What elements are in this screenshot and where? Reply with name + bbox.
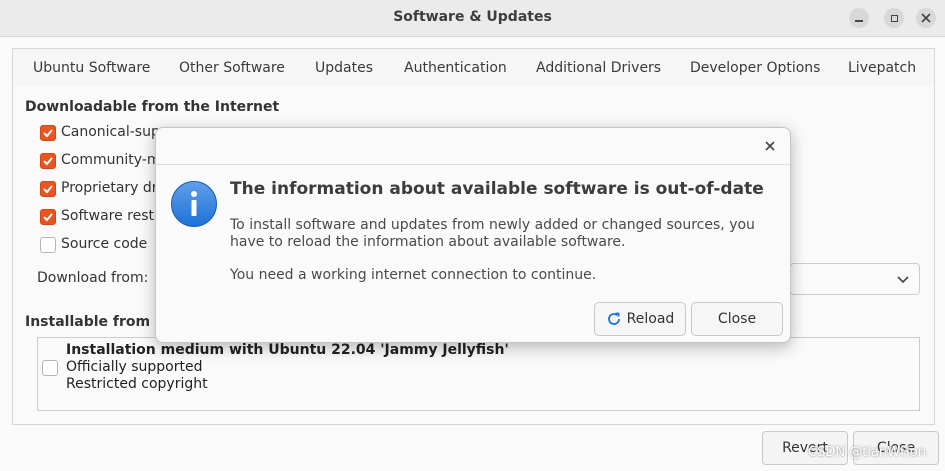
dialog-close-button[interactable]: Close xyxy=(691,302,783,336)
installation-medium-copyright: Restricted copyright xyxy=(66,376,208,392)
checkmark-icon xyxy=(43,157,53,166)
close-icon xyxy=(921,13,931,23)
source-label: Software restr xyxy=(61,208,160,224)
cdrom-section-heading: Installable from CI xyxy=(25,314,171,330)
source-label: Source code xyxy=(61,236,148,252)
installation-medium-title: Installation medium with Ubuntu 22.04 'J… xyxy=(66,342,509,358)
window-close-button[interactable] xyxy=(916,8,936,28)
tab-authentication[interactable]: Authentication xyxy=(404,60,507,76)
tab-livepatch[interactable]: Livepatch xyxy=(848,60,916,76)
installation-medium-support: Officially supported xyxy=(66,359,203,375)
source-label: Proprietary dr xyxy=(61,180,158,196)
checkmark-icon xyxy=(43,185,53,194)
tab-updates[interactable]: Updates xyxy=(315,60,373,76)
checkbox-restricted[interactable] xyxy=(40,209,56,225)
tab-ubuntu-software[interactable]: Ubuntu Software xyxy=(20,60,163,89)
watermark: CSDN @tianWHon xyxy=(808,445,926,460)
dialog-header xyxy=(156,128,790,165)
minimize-icon xyxy=(855,20,863,22)
checkbox-proprietary[interactable] xyxy=(40,181,56,197)
dialog-title: The information about available software… xyxy=(230,179,764,199)
minimize-button[interactable] xyxy=(849,8,869,28)
info-icon xyxy=(171,181,217,227)
reload-button[interactable]: Reload xyxy=(594,302,686,336)
internet-section-heading: Downloadable from the Internet xyxy=(25,99,280,115)
tab-bar: Ubuntu Software Other Software Updates A… xyxy=(12,48,935,89)
close-icon[interactable] xyxy=(762,138,778,154)
chevron-down-icon xyxy=(897,276,909,284)
dialog-message: To install software and updates from new… xyxy=(230,217,755,250)
checkbox-source-code[interactable] xyxy=(40,237,56,253)
reload-label: Reload xyxy=(626,311,675,327)
checkmark-icon xyxy=(43,213,53,222)
maximize-icon xyxy=(890,14,898,22)
checkbox-installation-medium[interactable] xyxy=(42,360,58,376)
source-label: Community-m xyxy=(61,152,161,168)
source-label: Canonical-supp xyxy=(61,124,169,140)
installation-media-list: Installation medium with Ubuntu 22.04 'J… xyxy=(37,337,920,411)
out-of-date-dialog: The information about available software… xyxy=(155,127,791,343)
tab-developer-options[interactable]: Developer Options xyxy=(690,60,820,76)
checkbox-canonical[interactable] xyxy=(40,125,56,141)
download-from-label: Download from: xyxy=(37,270,149,286)
checkmark-icon xyxy=(43,129,53,138)
maximize-button[interactable] xyxy=(884,8,904,28)
tab-other-software[interactable]: Other Software xyxy=(179,60,285,76)
checkbox-community[interactable] xyxy=(40,153,56,169)
title-bar: Software & Updates xyxy=(0,0,945,37)
download-server-dropdown[interactable] xyxy=(790,263,920,295)
window-title: Software & Updates xyxy=(393,9,552,25)
tab-additional-drivers[interactable]: Additional Drivers xyxy=(536,60,661,76)
reload-icon xyxy=(607,312,620,325)
dialog-note: You need a working internet connection t… xyxy=(230,267,597,283)
